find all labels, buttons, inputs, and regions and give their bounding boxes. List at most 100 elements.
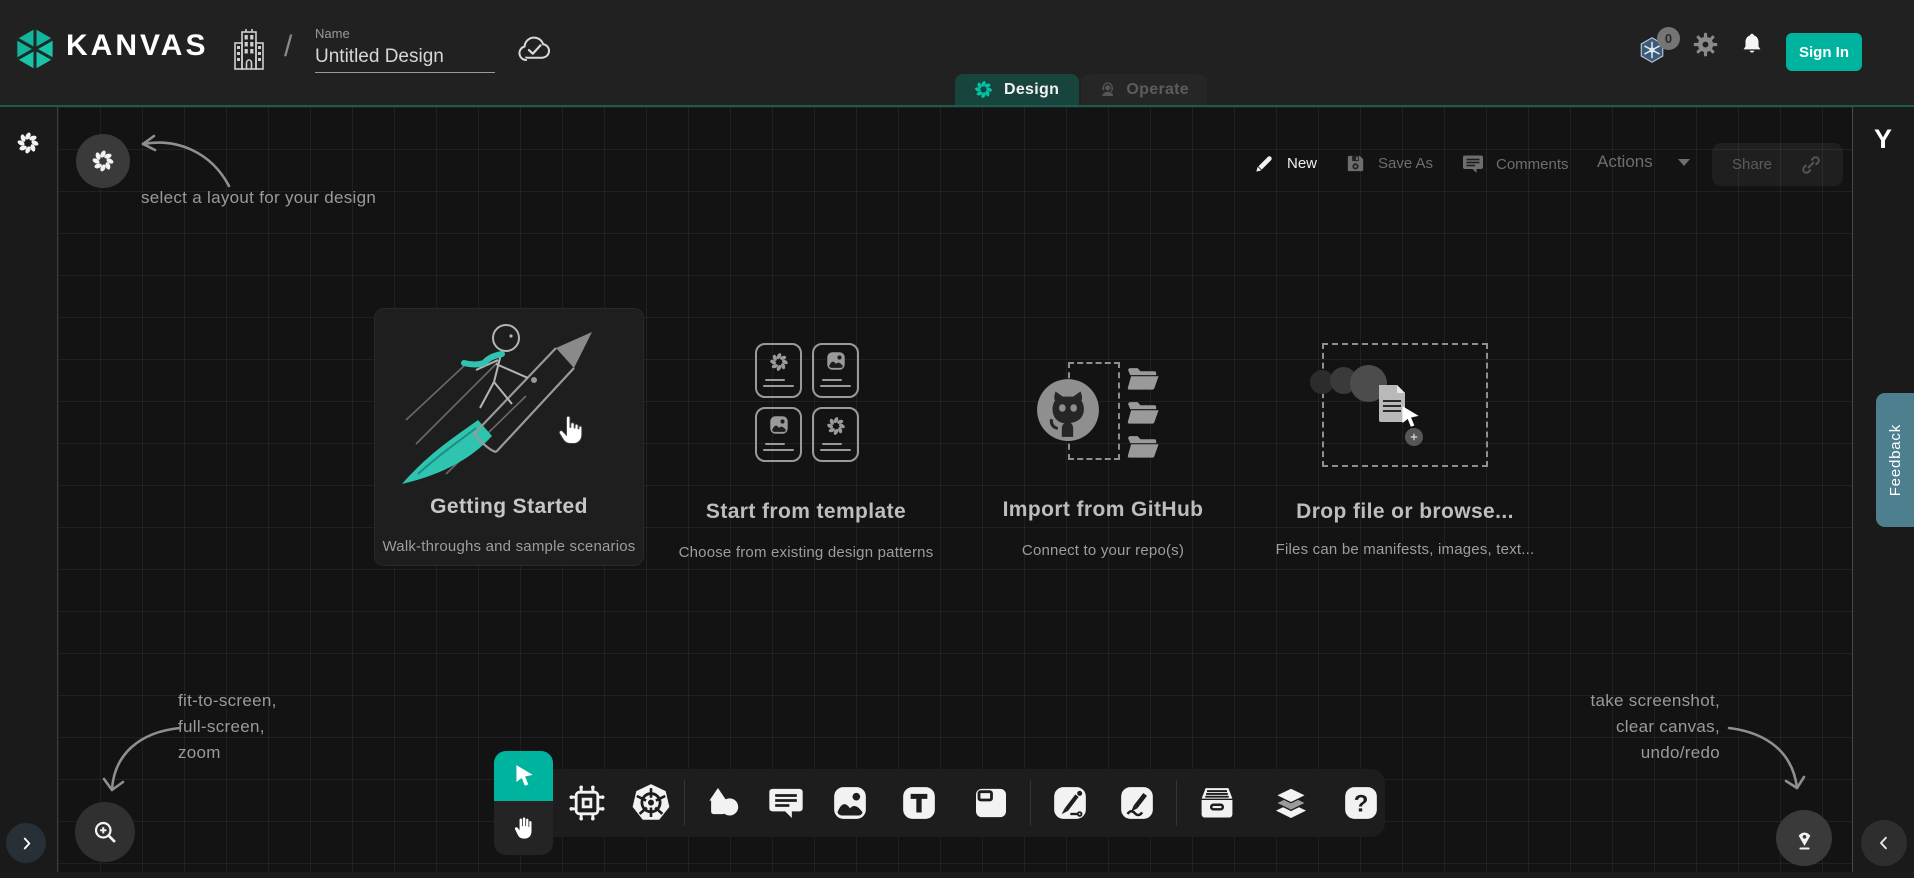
kubernetes-tool[interactable] <box>630 782 672 824</box>
collaborator-initial[interactable]: Y <box>1866 124 1900 155</box>
card-subtitle: Files can be manifests, images, text... <box>1268 541 1542 558</box>
card-subtitle: Connect to your repo(s) <box>978 542 1228 559</box>
zoom-controls-button[interactable] <box>75 802 135 862</box>
pan-tool[interactable] <box>494 801 553 855</box>
select-tool[interactable] <box>494 751 553 801</box>
share-button[interactable]: Share <box>1712 143 1843 186</box>
template-tile <box>812 407 859 462</box>
template-tile <box>812 343 859 398</box>
cursor-arrow-icon <box>1397 404 1423 430</box>
organization-icon[interactable] <box>232 28 266 72</box>
meshery-pinwheel-icon[interactable] <box>15 130 41 156</box>
save-as-button[interactable]: Save As <box>1344 152 1433 175</box>
new-label: New <box>1287 155 1317 172</box>
comment-bubble-icon <box>766 783 806 823</box>
left-rail <box>0 107 58 872</box>
layers-tool[interactable] <box>1270 782 1312 824</box>
layers-icon <box>1271 783 1311 823</box>
shapes-tool[interactable] <box>702 782 744 824</box>
layout-flower-icon <box>90 148 116 174</box>
design-name-input[interactable] <box>315 44 495 73</box>
design-name-label: Name <box>315 26 350 41</box>
cursor-arrow-icon <box>511 763 537 789</box>
sign-in-button[interactable]: Sign In <box>1786 33 1862 71</box>
hint-line: undo/redo <box>1540 740 1720 766</box>
comments-button[interactable]: Comments <box>1461 152 1569 176</box>
feedback-label: Feedback <box>1887 424 1904 496</box>
add-file-badge <box>1405 428 1423 446</box>
operate-headset-icon <box>1099 78 1116 101</box>
chevron-right-icon <box>18 835 35 852</box>
tab-design[interactable]: Design <box>955 74 1079 105</box>
card-title: Import from GitHub <box>978 498 1228 522</box>
pointer-tool-group <box>494 751 553 855</box>
view-hint-arrow <box>92 702 188 798</box>
actions-dropdown[interactable]: Actions <box>1597 152 1690 172</box>
toolbar-divider <box>684 780 685 826</box>
kanvas-logo-icon <box>12 26 58 72</box>
folder-icon <box>1126 433 1160 459</box>
kubernetes-helm-icon <box>630 782 672 824</box>
actions-label: Actions <box>1597 152 1653 172</box>
section-note-tool[interactable] <box>970 782 1012 824</box>
new-design-button[interactable]: New <box>1253 152 1317 175</box>
plus-icon <box>1408 431 1420 443</box>
collapse-right-panel-button[interactable] <box>1861 820 1907 866</box>
toolbar-divider <box>1176 780 1177 826</box>
share-label: Share <box>1732 156 1772 173</box>
card-subtitle: Walk-throughs and sample scenarios <box>368 538 650 555</box>
save-as-label: Save As <box>1378 155 1433 172</box>
hint-line: clear canvas, <box>1540 714 1720 740</box>
comment-tool[interactable] <box>765 782 807 824</box>
actions-hint-arrow <box>1723 702 1813 794</box>
floppy-save-icon <box>1344 152 1367 175</box>
image-icon <box>768 414 790 436</box>
hand-icon <box>510 815 537 842</box>
design-pinwheel-icon <box>973 79 994 100</box>
pen-nib-icon <box>1791 825 1818 852</box>
card-subtitle: Choose from existing design patterns <box>661 544 951 561</box>
bottom-strip <box>0 872 1914 878</box>
card-title: Getting Started <box>374 495 644 519</box>
pointer-hand-cursor <box>553 412 589 448</box>
tab-operate[interactable]: Operate <box>1081 74 1207 105</box>
tab-operate-label: Operate <box>1126 81 1189 99</box>
toolbar-divider <box>1030 780 1031 826</box>
layout-hint-text: select a layout for your design <box>141 185 376 211</box>
brand-title: KANVAS <box>66 29 208 63</box>
notifications-bell-icon[interactable] <box>1739 30 1765 58</box>
question-mark-icon <box>1341 783 1381 823</box>
canvas-actions-button[interactable] <box>1776 810 1832 866</box>
chevron-left-icon <box>1875 834 1893 852</box>
expand-left-panel-button[interactable] <box>6 823 46 863</box>
folder-icon <box>1126 399 1160 425</box>
hint-line: take screenshot, <box>1540 688 1720 714</box>
github-octocat-icon <box>1035 377 1101 443</box>
comment-bubble-icon <box>1461 152 1485 176</box>
pencil-scribble-icon <box>1117 783 1157 823</box>
pencil-icon <box>1253 152 1276 175</box>
pinwheel-icon <box>768 351 790 373</box>
circuit-component-icon <box>567 783 607 823</box>
freehand-draw-tool[interactable] <box>1116 782 1158 824</box>
image-tool[interactable] <box>829 782 871 824</box>
template-tile <box>755 343 802 398</box>
magnifier-plus-icon <box>91 818 119 846</box>
share-link-icon <box>1799 153 1823 177</box>
help-button[interactable] <box>1340 782 1382 824</box>
hint-line: fit-to-screen, <box>178 688 277 714</box>
cloud-save-status-icon <box>515 34 555 65</box>
layout-hint-arrow <box>133 128 235 192</box>
template-tile <box>755 407 802 462</box>
layout-select-button[interactable] <box>76 134 130 188</box>
canvas-actions-hint: take screenshot, clear canvas, undo/redo <box>1540 688 1720 766</box>
card-title: Drop file or browse... <box>1280 500 1530 524</box>
saved-components-drawer[interactable] <box>1196 782 1238 824</box>
folder-icon <box>1126 365 1160 391</box>
pen-tool[interactable] <box>1049 782 1091 824</box>
settings-gear-icon[interactable] <box>1692 31 1719 58</box>
text-tool[interactable] <box>898 782 940 824</box>
feedback-tab[interactable]: Feedback <box>1876 393 1914 527</box>
image-icon <box>825 350 847 372</box>
component-tool[interactable] <box>566 782 608 824</box>
